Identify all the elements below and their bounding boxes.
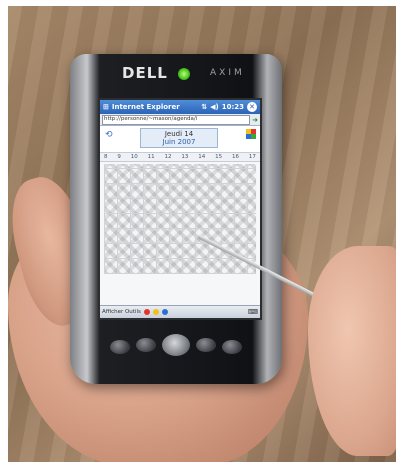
calendar-date: Jeudi 14 Juin 2007 xyxy=(140,128,218,148)
hour-label: 14 xyxy=(198,154,206,160)
day-label: Jeudi 14 xyxy=(164,130,194,138)
browser-title: Internet Explorer xyxy=(111,103,180,111)
hour-ruler: 8 9 10 11 12 13 14 15 16 17 xyxy=(100,153,260,162)
device-screen: ⊞ Internet Explorer ⇅ ◀) 10:23 ✕ http://… xyxy=(98,98,262,320)
pda-device: DELL AXIM ⊞ Internet Explorer ⇅ ◀) 10:23… xyxy=(70,54,282,384)
schedule-grid[interactable] xyxy=(104,164,256,274)
photo: DELL AXIM ⊞ Internet Explorer ⇅ ◀) 10:23… xyxy=(8,6,396,462)
titlebar: ⊞ Internet Explorer ⇅ ◀) 10:23 ✕ xyxy=(100,100,260,114)
dpad-button[interactable] xyxy=(162,334,190,356)
hour-label: 11 xyxy=(147,154,155,160)
hour-label: 17 xyxy=(248,154,256,160)
windows-logo-icon[interactable]: ⊞ xyxy=(103,103,109,111)
calendar-header: ⟲ Jeudi 14 Juin 2007 xyxy=(100,126,260,153)
hour-label: 13 xyxy=(181,154,189,160)
model-label: AXIM xyxy=(210,68,245,78)
app-icon[interactable] xyxy=(152,309,159,315)
address-bar: http://personne/~mason/agenda/i ➜ xyxy=(100,114,260,126)
hour-label: 12 xyxy=(164,154,172,160)
hardware-buttons xyxy=(110,330,242,370)
keyboard-icon[interactable]: ⌨ xyxy=(248,308,258,316)
go-arrow-icon[interactable]: ➜ xyxy=(252,116,258,124)
hour-label: 8 xyxy=(104,154,108,160)
hw-button[interactable] xyxy=(222,340,242,354)
hour-label: 9 xyxy=(117,154,121,160)
signal-icon[interactable]: ⇅ xyxy=(201,103,207,111)
hour-label: 16 xyxy=(232,154,239,160)
taskbar: Afficher Outils ⌨ xyxy=(100,305,260,318)
taskbar-label[interactable]: Afficher Outils xyxy=(102,309,141,315)
hw-button[interactable] xyxy=(136,338,156,352)
hour-label: 10 xyxy=(130,154,138,160)
url-field[interactable]: http://personne/~mason/agenda/i xyxy=(102,114,251,125)
power-led-icon xyxy=(178,68,190,80)
hour-label: 15 xyxy=(215,154,223,160)
hw-button[interactable] xyxy=(110,340,130,354)
clock[interactable]: 10:23 xyxy=(222,103,244,111)
windows-flag-icon xyxy=(246,129,256,139)
calendar-nav-icon[interactable]: ⟲ xyxy=(105,130,113,140)
app-icon[interactable] xyxy=(143,309,150,315)
hw-button[interactable] xyxy=(196,338,216,352)
app-icon[interactable] xyxy=(161,309,168,315)
volume-icon[interactable]: ◀) xyxy=(210,103,219,111)
close-icon[interactable]: ✕ xyxy=(247,102,257,112)
brand-logo: DELL xyxy=(122,64,168,82)
month-label: Juin 2007 xyxy=(162,138,196,146)
